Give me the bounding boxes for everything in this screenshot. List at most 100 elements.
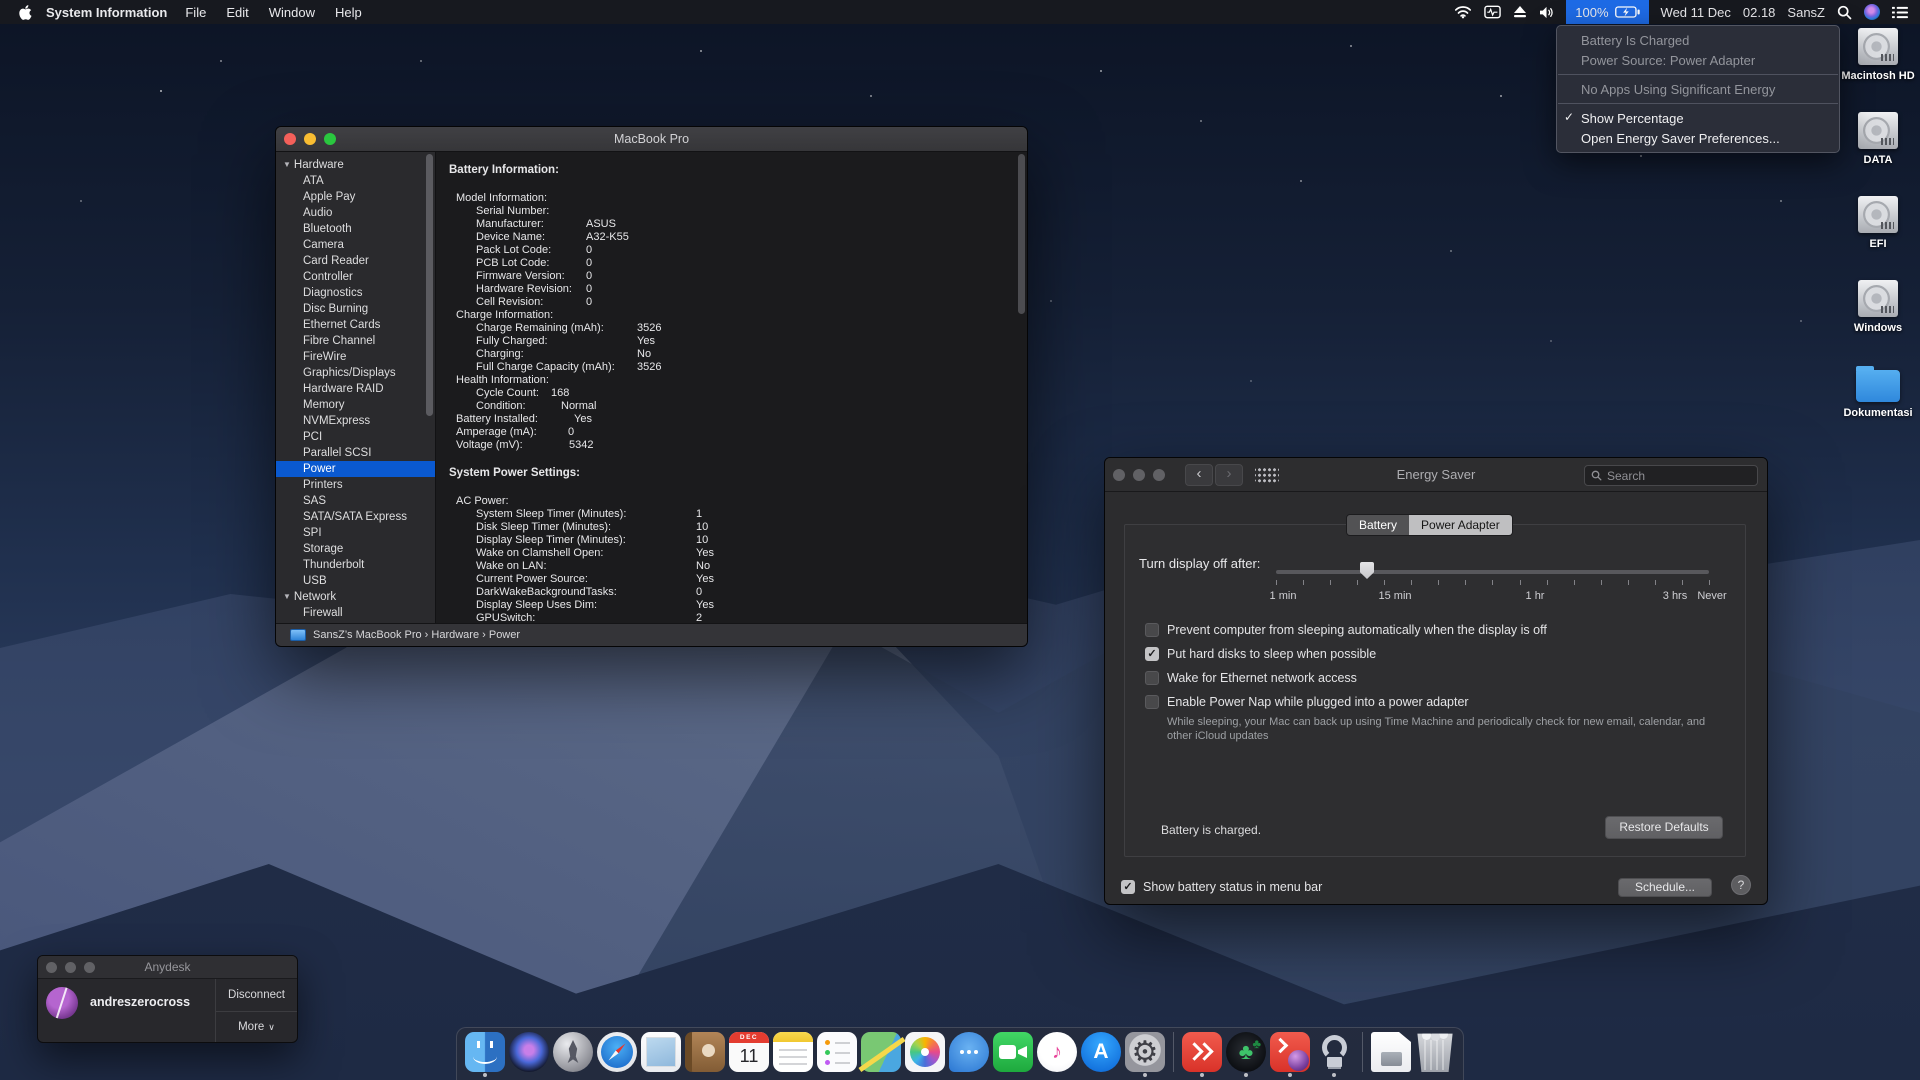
back-button[interactable]: ‹: [1185, 464, 1213, 486]
minimize-button[interactable]: [1133, 469, 1145, 481]
battery-menu-item-open-energy-saver-preferences[interactable]: Open Energy Saver Preferences...: [1557, 128, 1839, 148]
close-button[interactable]: [284, 133, 296, 145]
zoom-button[interactable]: [324, 133, 336, 145]
sidebar-item-fibre-channel[interactable]: Fibre Channel: [276, 333, 435, 349]
sidebar-item-locations[interactable]: Locations: [276, 621, 435, 623]
sidebar-item-nvmexpress[interactable]: NVMExpress: [276, 413, 435, 429]
dock-calendar-icon[interactable]: DEC11: [729, 1032, 769, 1072]
desktop-icon-dokumentasi[interactable]: Dokumentasi: [1832, 364, 1920, 419]
sidebar-item-bluetooth[interactable]: Bluetooth: [276, 221, 435, 237]
dock-app-store-icon[interactable]: A: [1081, 1032, 1121, 1072]
dock-anydesk-icon[interactable]: [1182, 1032, 1222, 1072]
dock-maps-icon[interactable]: [861, 1032, 901, 1072]
sidebar-item-camera[interactable]: Camera: [276, 237, 435, 253]
sidebar-item-spi[interactable]: SPI: [276, 525, 435, 541]
disclosure-triangle-icon[interactable]: ▼: [283, 157, 291, 173]
dock-messages-icon[interactable]: [949, 1032, 989, 1072]
sidebar-item-pci[interactable]: PCI: [276, 429, 435, 445]
desktop-icon-macintosh-hd[interactable]: Macintosh HD: [1832, 28, 1920, 82]
anydesk-titlebar[interactable]: Anydesk: [38, 956, 297, 979]
notification-center-icon[interactable]: [1892, 6, 1908, 19]
sidebar-item-disc-burning[interactable]: Disc Burning: [276, 301, 435, 317]
minimize-button[interactable]: [65, 962, 76, 973]
sidebar-item-ata[interactable]: ATA: [276, 173, 435, 189]
checkbox-put-hard-disks-to-sleep-when-possible[interactable]: ✓: [1145, 647, 1159, 661]
dock-safari-icon[interactable]: [597, 1032, 637, 1072]
menu-file[interactable]: File: [175, 5, 216, 20]
energy-saver-toolbar[interactable]: ‹ › Energy Saver Search: [1105, 458, 1767, 492]
checkbox-wake-for-ethernet-network-access[interactable]: [1145, 671, 1159, 685]
dock-clover-configurator-icon[interactable]: ♣♣: [1226, 1032, 1266, 1072]
help-button[interactable]: ?: [1731, 875, 1751, 895]
restore-defaults-button[interactable]: Restore Defaults: [1605, 816, 1723, 839]
dock-finder-icon[interactable]: [465, 1032, 505, 1072]
zoom-button[interactable]: [84, 962, 95, 973]
dock-itunes-icon[interactable]: ♪: [1037, 1032, 1077, 1072]
sidebar-item-hardware[interactable]: ▼Hardware: [276, 157, 435, 173]
close-button[interactable]: [1113, 469, 1125, 481]
forward-button[interactable]: ›: [1215, 464, 1243, 486]
checkbox-enable-power-nap-while-plugged-into-a-po[interactable]: [1145, 695, 1159, 709]
display-off-slider-track[interactable]: [1276, 570, 1709, 574]
active-app-name[interactable]: System Information: [46, 5, 167, 20]
battery-menu-extra[interactable]: 100%: [1566, 0, 1648, 24]
desktop-icon-efi[interactable]: EFI: [1832, 196, 1920, 250]
content-scrollbar[interactable]: [1018, 154, 1025, 314]
menu-bar-time[interactable]: 02.18: [1743, 5, 1776, 20]
dock-disk-image-icon[interactable]: [1371, 1032, 1411, 1072]
menu-edit[interactable]: Edit: [216, 5, 258, 20]
dock-trash-icon[interactable]: [1415, 1032, 1455, 1072]
dock-mail-icon[interactable]: [641, 1032, 681, 1072]
close-button[interactable]: [46, 962, 57, 973]
menu-bar-user[interactable]: SansZ: [1787, 5, 1825, 20]
siri-icon[interactable]: [1864, 4, 1880, 20]
wifi-icon[interactable]: [1454, 5, 1472, 19]
dock-contacts-icon[interactable]: [685, 1032, 725, 1072]
minimize-button[interactable]: [304, 133, 316, 145]
disclosure-triangle-icon[interactable]: ▼: [283, 589, 291, 605]
dock-launchpad-icon[interactable]: [553, 1032, 593, 1072]
dock-reminders-icon[interactable]: [817, 1032, 857, 1072]
schedule-button[interactable]: Schedule...: [1618, 878, 1712, 897]
zoom-button[interactable]: [1153, 469, 1165, 481]
activity-monitor-icon[interactable]: [1484, 5, 1501, 19]
apple-menu[interactable]: [12, 4, 38, 21]
more-button[interactable]: More ∨: [216, 1012, 297, 1044]
sidebar-item-graphics-displays[interactable]: Graphics/Displays: [276, 365, 435, 381]
sidebar-item-hardware-raid[interactable]: Hardware RAID: [276, 381, 435, 397]
sidebar-item-firewall[interactable]: Firewall: [276, 605, 435, 621]
menu-window[interactable]: Window: [259, 5, 325, 20]
sidebar-item-parallel-scsi[interactable]: Parallel SCSI: [276, 445, 435, 461]
tab-battery[interactable]: Battery: [1347, 515, 1409, 535]
dock-system-preferences-icon[interactable]: ⚙: [1125, 1032, 1165, 1072]
dock-siri-icon[interactable]: [509, 1032, 549, 1072]
battery-menu-item-show-percentage[interactable]: ✓Show Percentage: [1557, 108, 1839, 128]
dock-photos-icon[interactable]: [905, 1032, 945, 1072]
checkbox-prevent-computer-from-sleeping-automatic[interactable]: [1145, 623, 1159, 637]
dock-anydesk-custom-icon[interactable]: [1270, 1032, 1310, 1072]
sidebar-item-apple-pay[interactable]: Apple Pay: [276, 189, 435, 205]
menu-bar-date[interactable]: Wed 11 Dec: [1661, 5, 1731, 20]
dock-facetime-icon[interactable]: [993, 1032, 1033, 1072]
disconnect-button[interactable]: Disconnect: [216, 979, 297, 1011]
tab-power-adapter[interactable]: Power Adapter: [1409, 515, 1512, 535]
sidebar-item-storage[interactable]: Storage: [276, 541, 435, 557]
sidebar-item-audio[interactable]: Audio: [276, 205, 435, 221]
sidebar-item-firewire[interactable]: FireWire: [276, 349, 435, 365]
sidebar-item-printers[interactable]: Printers: [276, 477, 435, 493]
dock-notes-icon[interactable]: [773, 1032, 813, 1072]
menu-help[interactable]: Help: [325, 5, 372, 20]
sidebar-item-thunderbolt[interactable]: Thunderbolt: [276, 557, 435, 573]
sidebar-item-usb[interactable]: USB: [276, 573, 435, 589]
show-battery-status-checkbox[interactable]: ✓: [1121, 880, 1135, 894]
sidebar-item-ethernet-cards[interactable]: Ethernet Cards: [276, 317, 435, 333]
sidebar-item-memory[interactable]: Memory: [276, 397, 435, 413]
eject-icon[interactable]: [1513, 6, 1527, 18]
sidebar-item-power[interactable]: Power: [276, 461, 435, 477]
volume-icon[interactable]: [1539, 6, 1554, 19]
sidebar-item-card-reader[interactable]: Card Reader: [276, 253, 435, 269]
desktop-icon-windows[interactable]: Windows: [1832, 280, 1920, 334]
system-information-titlebar[interactable]: MacBook Pro: [276, 127, 1027, 152]
sidebar-item-network[interactable]: ▼Network: [276, 589, 435, 605]
sidebar-scrollbar[interactable]: [426, 154, 433, 416]
